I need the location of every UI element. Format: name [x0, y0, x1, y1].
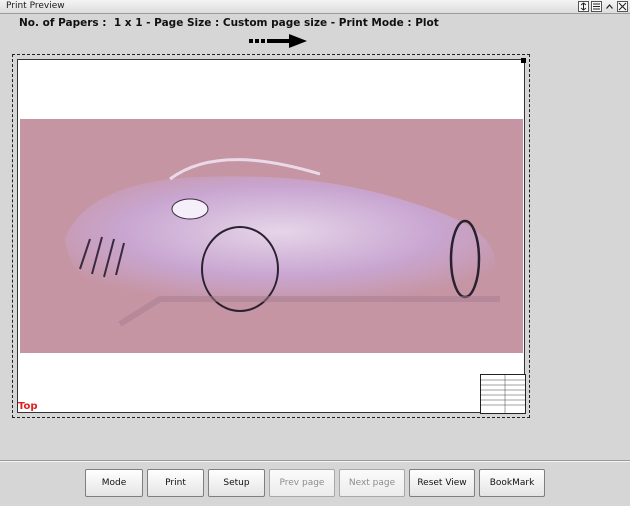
paper-corner-marker: [521, 58, 526, 63]
pin-icon[interactable]: [578, 1, 589, 12]
prev-page-button[interactable]: Prev page: [269, 469, 335, 497]
window-titlebar: Print Preview: [0, 0, 630, 14]
preview-toolbar: Mode Print Setup Prev page Next page Res…: [85, 469, 545, 497]
car-sketch-image: [20, 119, 523, 353]
print-button[interactable]: Print: [147, 469, 204, 497]
window-title: Print Preview: [6, 1, 65, 11]
reset-view-button[interactable]: Reset View: [409, 469, 475, 497]
direction-arrow-icon: [249, 33, 309, 52]
preview-image: [20, 119, 523, 353]
menu-icon[interactable]: [591, 1, 602, 12]
next-page-button[interactable]: Next page: [339, 469, 405, 497]
paper-info-text: No. of Papers : 1 x 1 - Page Size : Cust…: [19, 17, 439, 29]
setup-button[interactable]: Setup: [208, 469, 265, 497]
drawing-title-block: [480, 374, 526, 414]
mode-button[interactable]: Mode: [85, 469, 143, 497]
minimize-icon[interactable]: [604, 1, 615, 12]
bookmark-button[interactable]: BookMark: [479, 469, 545, 497]
orientation-top-label: Top: [18, 401, 38, 412]
toolbar-divider: [0, 460, 630, 462]
window-controls: [578, 1, 628, 12]
close-icon[interactable]: [617, 1, 628, 12]
